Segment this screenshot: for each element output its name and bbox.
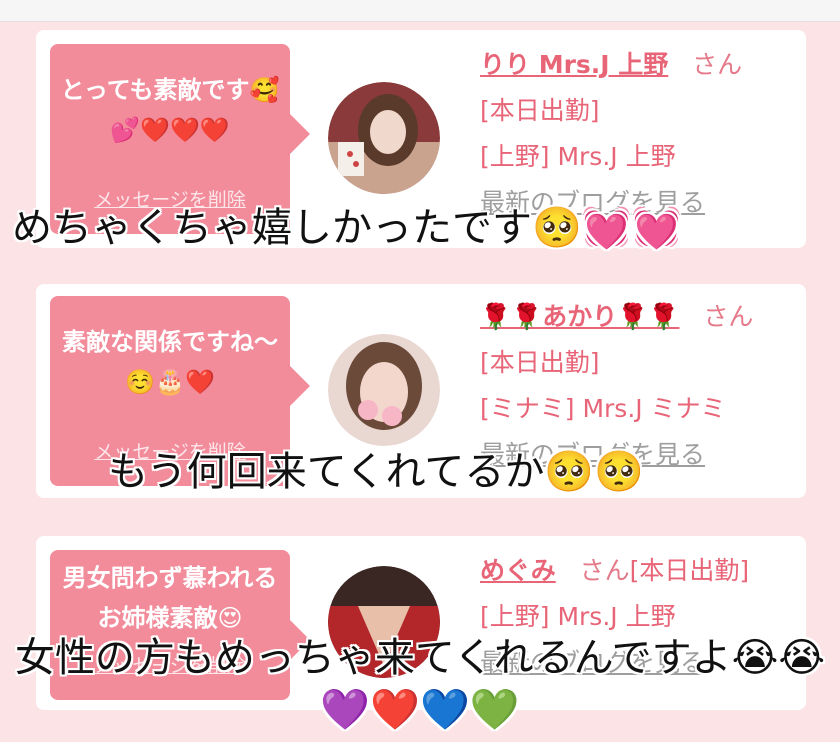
overlay-caption-3: 女性の方もめっちゃ来てくれるんですよ😭😭💜❤️💙💚	[14, 635, 826, 733]
message-text: とっても素敵です🥰💕❤️❤️❤️	[60, 76, 280, 144]
profile-info: りり Mrs.J 上野 さん [本日出勤] [上野] Mrs.J 上野 最新のブ…	[480, 42, 796, 226]
status-text: [本日出勤]	[629, 556, 750, 585]
status-text: [本日出勤]	[480, 96, 600, 125]
honorific: さん	[579, 556, 630, 585]
profile-name-link[interactable]: 🌹🌹あかり🌹🌹	[480, 302, 680, 331]
shop-text: [ミナミ] Mrs.J ミナミ	[480, 394, 726, 423]
top-bar	[0, 0, 840, 22]
overlay-caption-2: もう何回来てくれてるか🥺🥺	[108, 449, 645, 495]
message-text: 男女問わず慕われるお姉様素敵😍	[62, 564, 278, 632]
shop-text: [上野] Mrs.J 上野	[480, 142, 676, 171]
message-text: 素敵な関係ですね〜☺️🎂❤️	[62, 328, 278, 396]
honorific: さん	[703, 302, 754, 331]
honorific: さん	[692, 50, 743, 79]
profile-name-link[interactable]: めぐみ	[480, 556, 556, 585]
avatar[interactable]	[328, 334, 440, 446]
avatar[interactable]	[328, 82, 440, 194]
status-text: [本日出勤]	[480, 348, 600, 377]
profile-name-link[interactable]: りり Mrs.J 上野	[480, 50, 668, 79]
overlay-caption-1: めちゃくちゃ嬉しかったです🥺💓💓	[12, 205, 682, 251]
